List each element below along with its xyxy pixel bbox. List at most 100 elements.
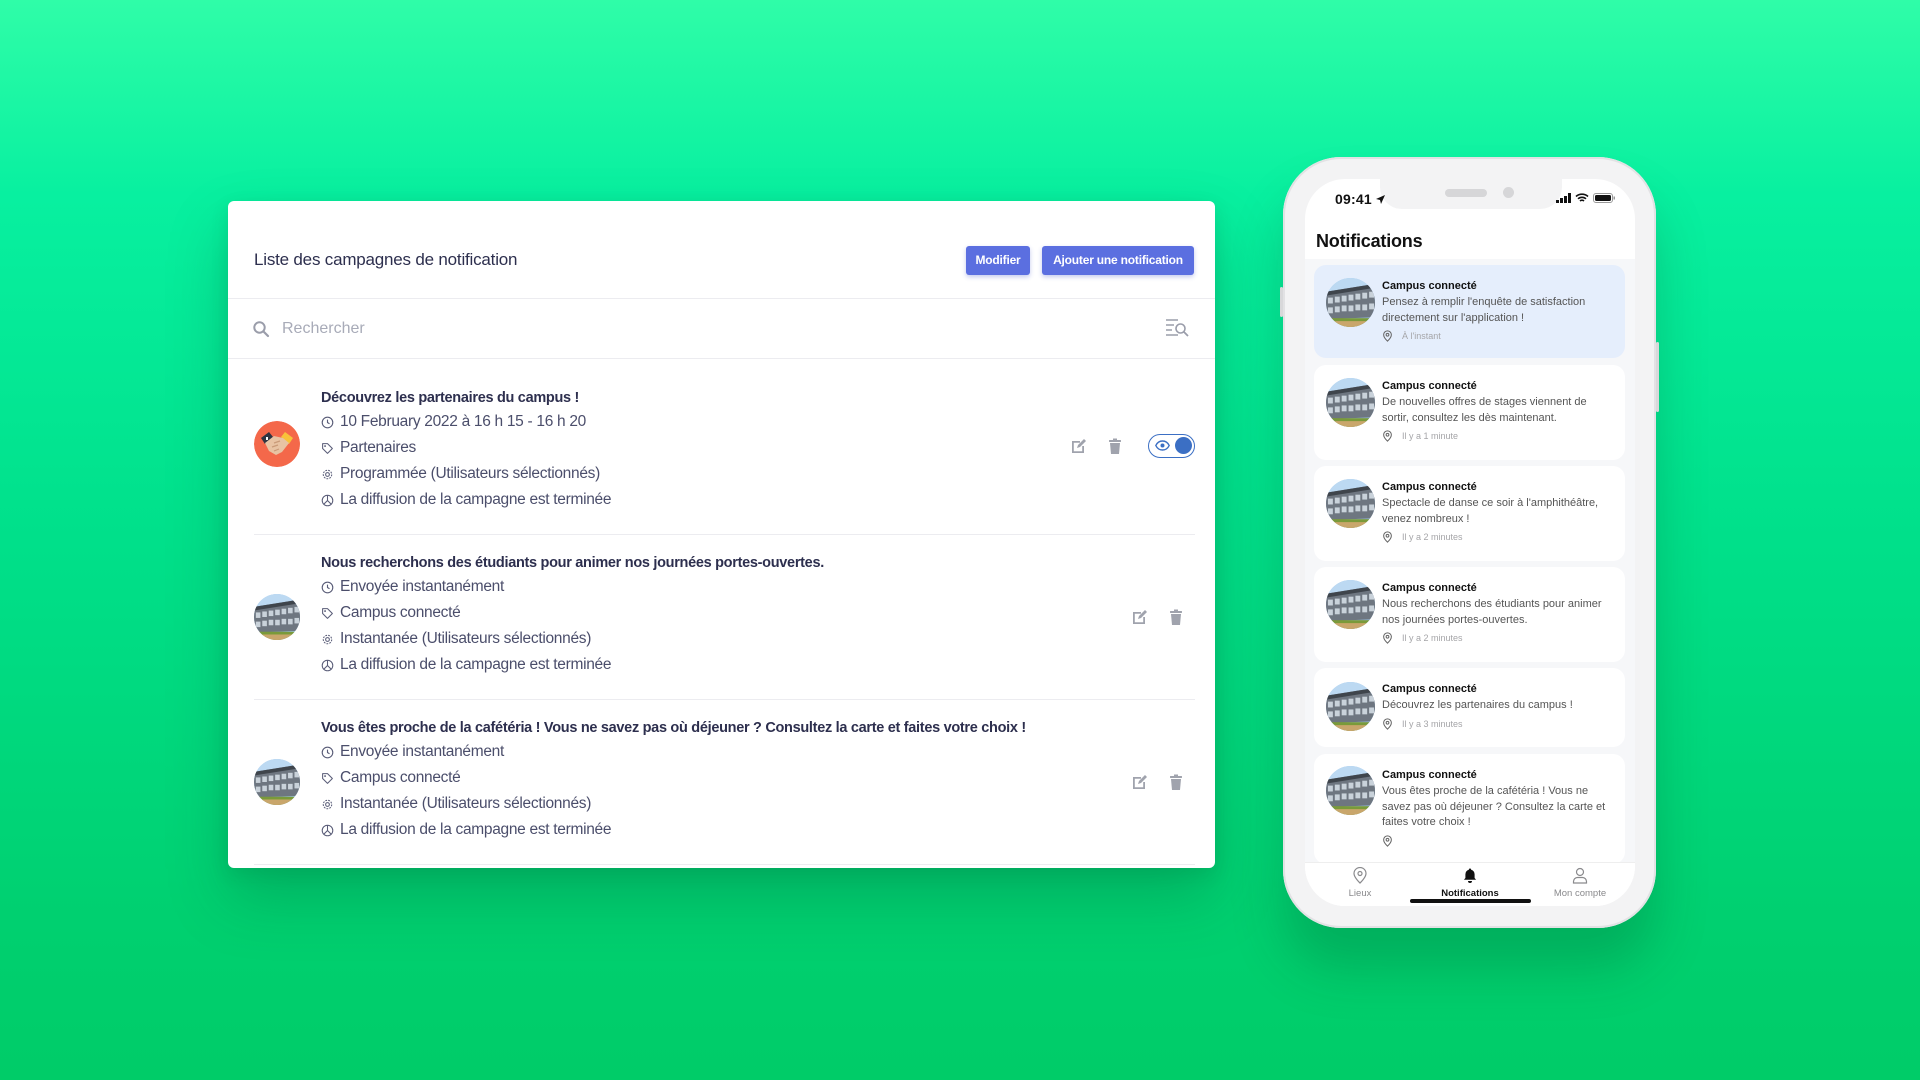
trash-icon[interactable]	[1167, 773, 1185, 791]
notification-avatar	[1326, 682, 1375, 731]
notification-content: Campus connecté Vous êtes proche de la c…	[1382, 768, 1615, 848]
notification-sender: Campus connecté	[1382, 582, 1477, 594]
campaign-row[interactable]: Découvrez les partenaires du campus ! 10…	[254, 359, 1195, 535]
eye-icon	[1155, 440, 1170, 451]
location-arrow-icon	[1375, 194, 1385, 204]
notification-avatar	[1326, 378, 1375, 427]
app-title: Notifications	[1316, 231, 1423, 251]
gear-icon	[321, 633, 334, 646]
notification-time	[1382, 834, 1615, 848]
row-actions	[1070, 432, 1195, 460]
campaign-details: Vous êtes proche de la cafétéria ! Vous …	[321, 717, 1026, 843]
map-pin-icon	[1353, 867, 1367, 884]
trash-icon[interactable]	[1167, 608, 1185, 626]
notification-text: Nous recherchons des étudiants pour anim…	[1382, 598, 1602, 626]
notification-list: Campus connecté Pensez à remplir l'enquê…	[1305, 259, 1635, 862]
notification-content: Campus connecté Pensez à remplir l'enquê…	[1382, 279, 1615, 343]
notification-sender: Campus connecté	[1382, 769, 1477, 781]
notification-avatar	[1326, 766, 1375, 815]
modify-button[interactable]: Modifier	[966, 246, 1030, 275]
gear-icon	[321, 798, 334, 811]
wifi-icon	[1575, 193, 1589, 202]
notification-avatar	[1326, 580, 1375, 629]
clock-icon	[321, 746, 334, 759]
map-pin-icon	[1382, 718, 1393, 730]
status-time: 09:41	[1335, 191, 1386, 207]
campaign-avatar-campus	[254, 594, 300, 640]
phone-notch	[1380, 179, 1562, 209]
notification-card[interactable]: Campus connecté Nous recherchons des étu…	[1314, 567, 1625, 662]
campaign-title: Vous êtes proche de la cafétéria ! Vous …	[321, 720, 1026, 736]
campus-building-image	[1326, 378, 1375, 427]
campaign-title: Découvrez les partenaires du campus !	[321, 390, 580, 406]
notification-card[interactable]: Campus connecté Vous êtes proche de la c…	[1314, 754, 1625, 862]
map-pin-icon	[1382, 632, 1393, 644]
add-notification-button[interactable]: Ajouter une notification	[1042, 246, 1194, 275]
campaign-title: Nous recherchons des étudiants pour anim…	[321, 555, 824, 571]
notification-card[interactable]: Campus connecté Découvrez les partenaire…	[1314, 668, 1625, 747]
tab-lieux[interactable]: Lieux	[1305, 867, 1415, 899]
pie-chart-icon	[321, 494, 334, 507]
tab-mon-compte[interactable]: Mon compte	[1525, 867, 1635, 899]
campaign-status: La diffusion de la campagne est terminée	[321, 487, 612, 513]
notification-content: Campus connecté Spectacle de danse ce so…	[1382, 480, 1615, 544]
user-icon	[1572, 867, 1588, 884]
campaign-list: Découvrez les partenaires du campus ! 10…	[254, 359, 1195, 865]
handshake-icon	[254, 421, 300, 467]
phone-side-button	[1656, 342, 1659, 412]
campaign-tag: Partenaires	[321, 435, 611, 461]
bell-icon	[1463, 868, 1477, 883]
notification-content: Campus connecté Nous recherchons des étu…	[1382, 581, 1615, 645]
tag-icon	[321, 772, 334, 785]
campaign-row[interactable]: Vous êtes proche de la cafétéria ! Vous …	[254, 700, 1195, 865]
notification-time: Il y a 2 minutes	[1382, 631, 1615, 645]
campaign-schedule: 10 February 2022 à 16 h 15 - 16 h 20	[321, 409, 611, 435]
campaign-status: La diffusion de la campagne est terminée	[321, 817, 1026, 843]
campaign-schedule: Envoyée instantanément	[321, 574, 824, 600]
campaign-row[interactable]: Nous recherchons des étudiants pour anim…	[254, 535, 1195, 700]
map-pin-icon	[1382, 531, 1393, 543]
campus-building-image	[1326, 766, 1375, 815]
notification-time: Il y a 2 minutes	[1382, 530, 1615, 544]
campaign-avatar-campus	[254, 759, 300, 805]
map-pin-icon	[1382, 330, 1393, 342]
campus-building-image	[254, 594, 300, 640]
edit-icon[interactable]	[1131, 773, 1149, 791]
campaign-tag: Campus connecté	[321, 765, 1026, 791]
notification-sender: Campus connecté	[1382, 380, 1477, 392]
camera	[1503, 187, 1514, 198]
notification-card[interactable]: Campus connecté De nouvelles offres de s…	[1314, 365, 1625, 460]
map-pin-icon	[1382, 835, 1393, 847]
edit-icon[interactable]	[1070, 437, 1088, 455]
trash-icon[interactable]	[1106, 437, 1124, 455]
home-indicator	[1410, 899, 1531, 903]
search-input[interactable]	[280, 313, 1084, 345]
campaign-schedule: Envoyée instantanément	[321, 739, 1026, 765]
map-pin-icon	[1382, 430, 1393, 442]
notification-time: Il y a 3 minutes	[1382, 717, 1615, 731]
phone-mockup: 09:41 Notifications Campus connecté Pens…	[1280, 157, 1659, 928]
campus-building-image	[254, 759, 300, 805]
filter-search-icon[interactable]	[1165, 317, 1189, 339]
phone-screen: 09:41 Notifications Campus connecté Pens…	[1305, 179, 1635, 906]
page-title: Liste des campagnes de notification	[254, 250, 518, 269]
campus-building-image	[1326, 682, 1375, 731]
notification-sender: Campus connecté	[1382, 280, 1477, 292]
panel-header: Liste des campagnes de notification Modi…	[228, 201, 1215, 299]
campaign-status: La diffusion de la campagne est terminée	[321, 652, 824, 678]
notification-card[interactable]: Campus connecté Spectacle de danse ce so…	[1314, 466, 1625, 561]
tab-notifications[interactable]: Notifications	[1415, 867, 1525, 899]
signal-icon	[1556, 193, 1571, 203]
notification-card[interactable]: Campus connecté Pensez à remplir l'enquê…	[1314, 265, 1625, 358]
visibility-toggle[interactable]	[1148, 434, 1195, 458]
notification-sender: Campus connecté	[1382, 481, 1477, 493]
edit-icon[interactable]	[1131, 608, 1149, 626]
campaign-type: Instantanée (Utilisateurs sélectionnés)	[321, 626, 824, 652]
notification-text: Pensez à remplir l'enquête de satisfacti…	[1382, 296, 1586, 324]
battery-icon	[1593, 193, 1615, 203]
clock-icon	[321, 416, 334, 429]
speaker	[1445, 189, 1487, 197]
toggle-knob	[1175, 437, 1192, 454]
phone-side-button	[1280, 287, 1283, 317]
row-actions	[1131, 603, 1185, 631]
